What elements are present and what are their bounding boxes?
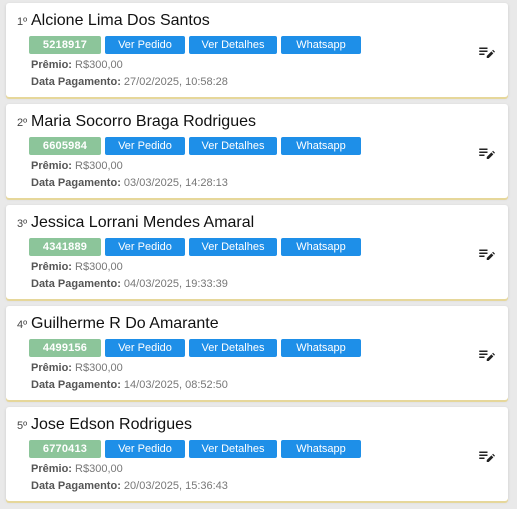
- data-pagamento-line: Data Pagamento: 03/03/2025, 14:28:13: [31, 177, 228, 189]
- edit-list-icon[interactable]: [477, 447, 495, 465]
- premio-line: Prêmio: R$300,00: [31, 261, 123, 273]
- order-code-badge: 6770413: [29, 440, 101, 458]
- rank-number: 1º: [17, 16, 28, 28]
- premio-label: Prêmio:: [31, 160, 72, 172]
- premio-label: Prêmio:: [31, 59, 72, 71]
- whatsapp-button[interactable]: Whatsapp: [281, 339, 361, 357]
- data-pagamento-value: 14/03/2025, 08:52:50: [123, 379, 228, 391]
- data-pagamento-value: 03/03/2025, 14:28:13: [123, 177, 228, 189]
- data-pagamento-label: Data Pagamento:: [31, 278, 121, 290]
- action-row: 6770413 Ver Pedido Ver Detalhes Whatsapp: [29, 440, 361, 458]
- winner-card: 4º Guilherme R Do Amarante 4499156 Ver P…: [6, 306, 508, 400]
- ver-pedido-button[interactable]: Ver Pedido: [105, 238, 185, 256]
- premio-label: Prêmio:: [31, 463, 72, 475]
- ver-detalhes-button[interactable]: Ver Detalhes: [189, 440, 277, 458]
- premio-line: Prêmio: R$300,00: [31, 160, 123, 172]
- premio-line: Prêmio: R$300,00: [31, 59, 123, 71]
- premio-value: R$300,00: [75, 362, 123, 374]
- ver-pedido-button[interactable]: Ver Pedido: [105, 440, 185, 458]
- edit-list-icon[interactable]: [477, 245, 495, 263]
- winner-card: 3º Jessica Lorrani Mendes Amaral 4341889…: [6, 205, 508, 299]
- ver-detalhes-button[interactable]: Ver Detalhes: [189, 238, 277, 256]
- winner-card: 5º Jose Edson Rodrigues 6770413 Ver Pedi…: [6, 407, 508, 501]
- ver-detalhes-button[interactable]: Ver Detalhes: [189, 137, 277, 155]
- winner-name: Maria Socorro Braga Rodrigues: [31, 113, 256, 130]
- order-code-badge: 4341889: [29, 238, 101, 256]
- data-pagamento-line: Data Pagamento: 14/03/2025, 08:52:50: [31, 379, 228, 391]
- order-code-badge: 5218917: [29, 36, 101, 54]
- premio-value: R$300,00: [75, 261, 123, 273]
- rank-number: 2º: [17, 117, 28, 129]
- winner-card: 1º Alcione Lima Dos Santos 5218917 Ver P…: [6, 3, 508, 97]
- data-pagamento-value: 27/02/2025, 10:58:28: [123, 76, 228, 88]
- data-pagamento-label: Data Pagamento:: [31, 76, 121, 88]
- winner-name: Jessica Lorrani Mendes Amaral: [31, 214, 255, 231]
- whatsapp-button[interactable]: Whatsapp: [281, 440, 361, 458]
- premio-label: Prêmio:: [31, 362, 72, 374]
- whatsapp-button[interactable]: Whatsapp: [281, 238, 361, 256]
- rank-number: 4º: [17, 319, 28, 331]
- winners-list: 1º Alcione Lima Dos Santos 5218917 Ver P…: [6, 3, 508, 508]
- order-code-badge: 6605984: [29, 137, 101, 155]
- ver-detalhes-button[interactable]: Ver Detalhes: [189, 36, 277, 54]
- data-pagamento-value: 20/03/2025, 15:36:43: [123, 480, 228, 492]
- edit-list-icon[interactable]: [477, 144, 495, 162]
- action-row: 4341889 Ver Pedido Ver Detalhes Whatsapp: [29, 238, 361, 256]
- action-row: 5218917 Ver Pedido Ver Detalhes Whatsapp: [29, 36, 361, 54]
- action-row: 4499156 Ver Pedido Ver Detalhes Whatsapp: [29, 339, 361, 357]
- data-pagamento-label: Data Pagamento:: [31, 480, 121, 492]
- winner-card: 2º Maria Socorro Braga Rodrigues 6605984…: [6, 104, 508, 198]
- winner-name: Alcione Lima Dos Santos: [31, 12, 210, 29]
- data-pagamento-label: Data Pagamento:: [31, 379, 121, 391]
- ver-pedido-button[interactable]: Ver Pedido: [105, 137, 185, 155]
- order-code-badge: 4499156: [29, 339, 101, 357]
- data-pagamento-line: Data Pagamento: 20/03/2025, 15:36:43: [31, 480, 228, 492]
- data-pagamento-label: Data Pagamento:: [31, 177, 121, 189]
- data-pagamento-value: 04/03/2025, 19:33:39: [123, 278, 228, 290]
- ver-detalhes-button[interactable]: Ver Detalhes: [189, 339, 277, 357]
- rank-number: 3º: [17, 218, 28, 230]
- whatsapp-button[interactable]: Whatsapp: [281, 36, 361, 54]
- data-pagamento-line: Data Pagamento: 04/03/2025, 19:33:39: [31, 278, 228, 290]
- premio-value: R$300,00: [75, 160, 123, 172]
- whatsapp-button[interactable]: Whatsapp: [281, 137, 361, 155]
- premio-value: R$300,00: [75, 59, 123, 71]
- premio-line: Prêmio: R$300,00: [31, 362, 123, 374]
- action-row: 6605984 Ver Pedido Ver Detalhes Whatsapp: [29, 137, 361, 155]
- winner-name: Jose Edson Rodrigues: [31, 416, 192, 433]
- premio-value: R$300,00: [75, 463, 123, 475]
- premio-line: Prêmio: R$300,00: [31, 463, 123, 475]
- data-pagamento-line: Data Pagamento: 27/02/2025, 10:58:28: [31, 76, 228, 88]
- edit-list-icon[interactable]: [477, 43, 495, 61]
- ver-pedido-button[interactable]: Ver Pedido: [105, 339, 185, 357]
- rank-number: 5º: [17, 420, 28, 432]
- edit-list-icon[interactable]: [477, 346, 495, 364]
- ver-pedido-button[interactable]: Ver Pedido: [105, 36, 185, 54]
- winner-name: Guilherme R Do Amarante: [31, 315, 219, 332]
- premio-label: Prêmio:: [31, 261, 72, 273]
